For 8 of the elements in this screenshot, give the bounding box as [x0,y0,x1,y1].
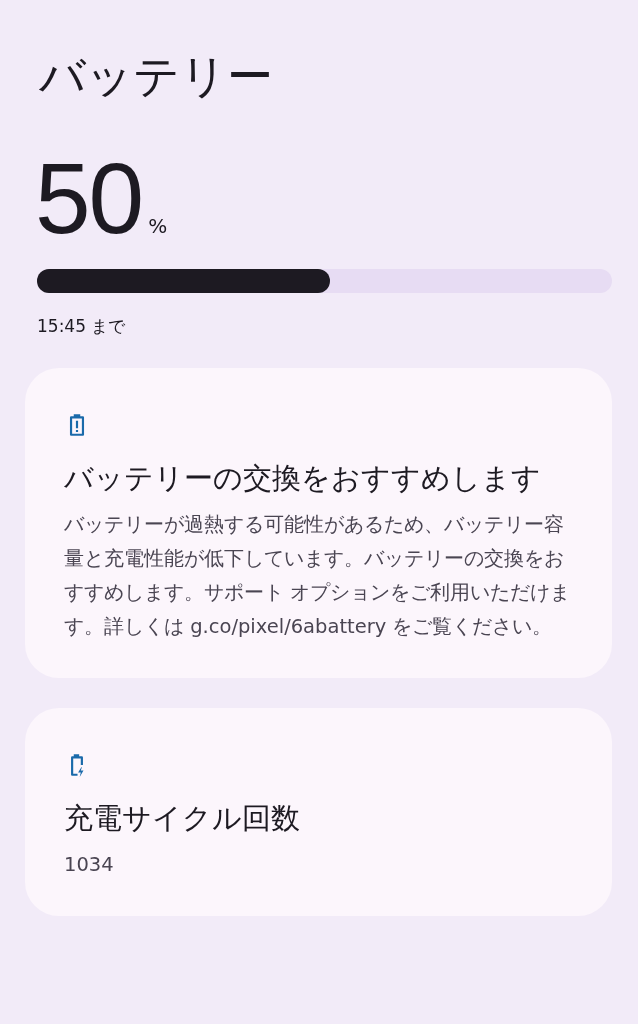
card-text: 1034 [64,852,115,878]
card-text: バッテリーが過熱する可能性があるため、バッテリー容量と充電性能が低下しています。バッテリーの交換をおすすめします。サポート オプションをご利用いただけます。詳しくは g.co/pixel/6abattery をご覧ください。 [64,512,572,640]
page-title: バッテリー [39,48,274,105]
battery-percent: 50 [35,148,143,248]
percent-unit: % [148,214,168,238]
card-title: 充電サイクル回数 [64,800,301,837]
card-title: バッテリーの交換をおすすめします [64,460,542,497]
charge-until-text: 15:45 まで [37,315,127,338]
